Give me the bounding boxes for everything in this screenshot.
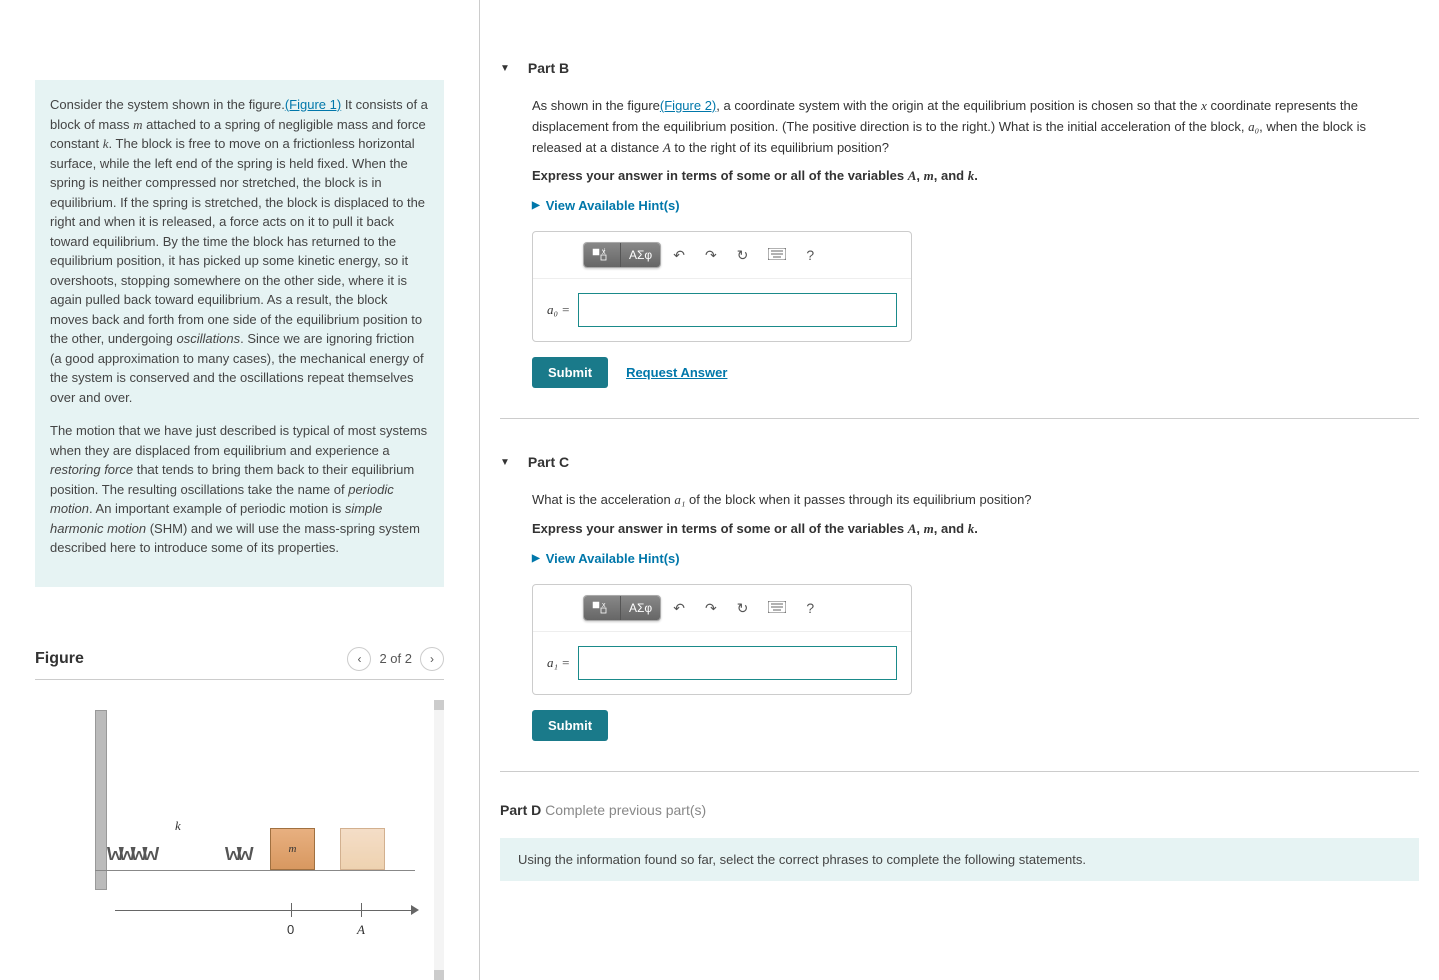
part-c-hints-toggle[interactable]: ▶ View Available Hint(s)	[532, 551, 1419, 566]
figure-wall	[95, 710, 107, 890]
templates-button[interactable]: x	[584, 596, 621, 620]
part-c-submit-button[interactable]: Submit	[532, 710, 608, 741]
part-c-answer-input[interactable]	[578, 646, 897, 680]
part-b-answer-box: x√ ΑΣφ ↶ ↷ ↻ ? a₀ =	[532, 231, 912, 342]
figure-k-label: k	[175, 818, 181, 834]
problem-paragraph-1: Consider the system shown in the figure.…	[50, 95, 429, 407]
figure-next-button[interactable]: ›	[420, 647, 444, 671]
figure-spring-2: WW	[225, 844, 249, 866]
part-b-instruction: Express your answer in terms of some or …	[532, 168, 1419, 184]
figure-scrollbar[interactable]	[434, 700, 444, 980]
figure-label-A: A	[357, 922, 365, 938]
figure-block: m	[270, 828, 315, 870]
part-c-input-label: a₁ =	[547, 655, 570, 671]
help-button[interactable]: ?	[798, 597, 822, 619]
problem-statement: Consider the system shown in the figure.…	[35, 80, 444, 587]
greek-button[interactable]: ΑΣφ	[621, 596, 660, 620]
part-b-toolbar: x√ ΑΣφ ↶ ↷ ↻ ?	[533, 232, 911, 279]
part-c-answer-box: x ΑΣφ ↶ ↷ ↻ ? a₁ =	[532, 584, 912, 695]
part-c-toolbar: x ΑΣφ ↶ ↷ ↻ ?	[533, 585, 911, 632]
part-c-section: ▼ Part C What is the acceleration a₁ of …	[500, 454, 1419, 772]
figure-title: Figure	[35, 650, 84, 668]
part-c-header[interactable]: ▼ Part C	[500, 454, 1419, 470]
figure-tick-A	[361, 903, 362, 917]
keyboard-button[interactable]	[760, 244, 794, 266]
figure-tick-0	[291, 903, 292, 917]
redo-button[interactable]: ↷	[697, 597, 725, 620]
part-c-question: What is the acceleration a₁ of the block…	[532, 490, 1419, 511]
help-button[interactable]: ?	[798, 244, 822, 266]
figure-section: Figure ‹ 2 of 2 › k WWWW WW m 0	[35, 647, 444, 980]
reset-button[interactable]: ↻	[729, 244, 757, 267]
keyboard-icon	[768, 601, 786, 613]
problem-paragraph-2: The motion that we have just described i…	[50, 421, 429, 558]
triangle-right-icon: ▶	[532, 200, 540, 211]
redo-button[interactable]: ↷	[697, 244, 725, 267]
part-c-instruction: Express your answer in terms of some or …	[532, 521, 1419, 537]
undo-button[interactable]: ↶	[665, 597, 693, 620]
figure-axis-arrow	[411, 905, 419, 915]
figure-1-link[interactable]: (Figure 1)	[285, 97, 341, 112]
part-b-hints-toggle[interactable]: ▶ View Available Hint(s)	[532, 198, 1419, 213]
part-b-section: ▼ Part B As shown in the figure(Figure 2…	[500, 60, 1419, 419]
figure-axis	[115, 910, 415, 911]
triangle-right-icon: ▶	[532, 553, 540, 564]
part-d-header: Part D Complete previous part(s)	[500, 802, 1419, 818]
part-b-input-label: a₀ =	[547, 302, 570, 318]
figure-ground	[95, 870, 415, 871]
part-d-info: Using the information found so far, sele…	[500, 838, 1419, 881]
reset-button[interactable]: ↻	[729, 597, 757, 620]
figure-label-0: 0	[287, 922, 294, 937]
figure-spring-1: WWWW	[107, 844, 154, 866]
undo-button[interactable]: ↶	[665, 244, 693, 267]
part-b-question: As shown in the figure(Figure 2), a coor…	[532, 96, 1419, 158]
right-panel: ▼ Part B As shown in the figure(Figure 2…	[480, 0, 1439, 980]
keyboard-button[interactable]	[760, 597, 794, 619]
part-b-header[interactable]: ▼ Part B	[500, 60, 1419, 76]
figure-2-link[interactable]: (Figure 2)	[660, 98, 716, 113]
figure-canvas: k WWWW WW m 0 A	[35, 700, 444, 980]
part-b-submit-button[interactable]: Submit	[532, 357, 608, 388]
templates-button[interactable]: x√	[584, 243, 621, 267]
figure-prev-button[interactable]: ‹	[347, 647, 371, 671]
caret-down-icon: ▼	[500, 457, 510, 468]
keyboard-icon	[768, 248, 786, 260]
figure-counter: 2 of 2	[379, 651, 412, 666]
part-b-request-answer-link[interactable]: Request Answer	[626, 365, 727, 380]
left-panel: Consider the system shown in the figure.…	[0, 0, 480, 980]
part-b-answer-input[interactable]	[578, 293, 897, 327]
caret-down-icon: ▼	[500, 63, 510, 74]
part-d-section: Part D Complete previous part(s) Using t…	[500, 802, 1419, 881]
figure-block-ghost	[340, 828, 385, 870]
greek-button[interactable]: ΑΣφ	[621, 243, 660, 267]
